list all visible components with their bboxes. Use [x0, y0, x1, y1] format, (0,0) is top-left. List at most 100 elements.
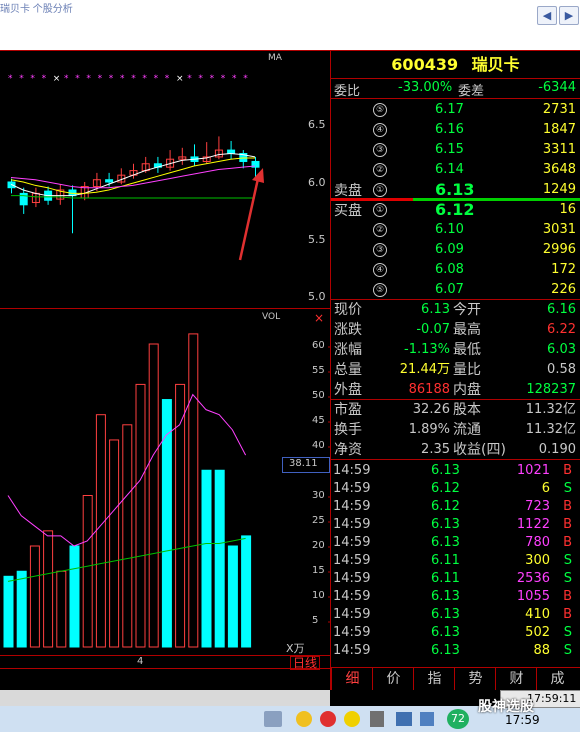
network-icon[interactable]: [396, 712, 412, 726]
tab-3[interactable]: 势: [454, 668, 496, 690]
add-icon[interactable]: [344, 711, 360, 727]
quote-value: -1.13%: [404, 342, 450, 357]
qq-icon[interactable]: [296, 711, 312, 727]
quote-label: 涨跌: [334, 322, 362, 338]
security-badge[interactable]: 72: [447, 709, 469, 729]
volume-bar: [188, 333, 199, 648]
quote-value: 86188: [408, 382, 450, 397]
bid-volume: 226: [551, 282, 576, 297]
volume-bar: [82, 495, 93, 648]
ask-volume: 1249: [542, 182, 576, 197]
volume-bar: [56, 570, 67, 648]
ma-marker: *: [232, 74, 237, 84]
volume-bar: [109, 439, 120, 648]
bid-level: ④: [373, 263, 387, 277]
ma-marker: *: [142, 74, 147, 84]
usb-icon[interactable]: [370, 711, 384, 727]
tick-price: 6.11: [431, 553, 460, 568]
weibi-row: 委比 -33.00% 委差 -6344: [334, 80, 578, 99]
volume-bar: [214, 469, 225, 648]
day-line-tab[interactable]: 日线: [290, 656, 321, 670]
tick-price: 6.11: [431, 571, 460, 586]
vol-tick: 60: [312, 340, 325, 351]
trade-tick-row[interactable]: 14:59 6.12 6 S: [331, 480, 580, 498]
volume-bar: [135, 383, 146, 648]
trade-tick-row[interactable]: 14:59 6.13 1122 B: [331, 516, 580, 534]
tick-side: S: [563, 481, 572, 496]
ask-volume: 2731: [542, 102, 576, 117]
ma-marker: *: [243, 74, 248, 84]
trade-tick-row[interactable]: 14:59 6.11 300 S: [331, 552, 580, 570]
keyboard-icon[interactable]: [264, 711, 282, 727]
fund-label: 净资: [334, 442, 362, 458]
tick-volume: 88: [533, 643, 550, 658]
bid-row[interactable]: ③ 6.09 2996: [331, 240, 580, 260]
back-button[interactable]: ◀: [537, 6, 557, 25]
qq-icon-2[interactable]: [320, 711, 336, 727]
bid-row[interactable]: ① 6.12 16: [331, 200, 580, 220]
trade-tick-row[interactable]: 14:59 6.13 1021 B: [331, 462, 580, 480]
ma-marker: *: [154, 74, 159, 84]
bid-level: ①: [373, 203, 387, 217]
quote-value: 6.22: [547, 322, 576, 337]
bid-level: ⑤: [373, 283, 387, 297]
stock-chart[interactable]: * * * * × * * * * * * * * * * × * * * * * *: [0, 50, 330, 670]
quote-value: -0.07: [416, 322, 450, 337]
volume-icon[interactable]: [420, 712, 434, 726]
trade-tick-row[interactable]: 14:59 6.11 2536 S: [331, 570, 580, 588]
fund-label: 股本: [453, 402, 481, 418]
ask-row[interactable]: ③ 6.15 3311: [331, 140, 580, 160]
tick-volume: 1021: [516, 463, 550, 478]
trade-tick-row[interactable]: 14:59 6.13 1055 B: [331, 588, 580, 606]
ma-marker: *: [30, 74, 35, 84]
tick-volume: 1055: [516, 589, 550, 604]
fund-value: 32.26: [412, 402, 450, 417]
bid-row[interactable]: ④ 6.08 172: [331, 260, 580, 280]
trade-tick-row[interactable]: 14:59 6.13 88 S: [331, 642, 580, 660]
fund-value: 11.32亿: [525, 422, 576, 437]
bid-price: 6.07: [435, 282, 464, 297]
tick-volume: 723: [525, 499, 550, 514]
trade-tick-row[interactable]: 14:59 6.12 723 B: [331, 498, 580, 516]
trade-tick-row[interactable]: 14:59 6.13 502 S: [331, 624, 580, 642]
tick-price: 6.13: [431, 607, 460, 622]
bid-row[interactable]: ⑤ 6.07 226: [331, 280, 580, 300]
ask-row[interactable]: ④ 6.16 1847: [331, 120, 580, 140]
vol-tick: 20: [312, 540, 325, 551]
tab-4[interactable]: 财: [495, 668, 537, 690]
ask-row[interactable]: ② 6.14 3648: [331, 160, 580, 180]
weicha-value: -6344: [538, 80, 576, 95]
price-tick: 6.0: [308, 176, 326, 189]
tick-price: 6.12: [431, 481, 460, 496]
tick-volume: 410: [525, 607, 550, 622]
ask-row[interactable]: ① 6.13 1249: [331, 180, 580, 200]
bid-price: 6.12: [435, 200, 475, 219]
quote-label: 最低: [453, 342, 481, 358]
vol-tick: 15: [312, 565, 325, 576]
forward-button[interactable]: ▶: [559, 6, 579, 25]
bid-row[interactable]: ② 6.10 3031: [331, 220, 580, 240]
candle-body: [227, 149, 236, 155]
bid-volume: 16: [559, 202, 576, 217]
vol-label: VOL: [262, 312, 281, 322]
tab-0[interactable]: 细: [331, 668, 373, 690]
horizontal-scrollbar[interactable]: [0, 690, 330, 706]
trade-tick-row[interactable]: 14:59 6.13 410 B: [331, 606, 580, 624]
volume-bar: [69, 545, 80, 648]
tick-side: B: [563, 517, 572, 532]
tick-price: 6.13: [431, 535, 460, 550]
sell-pressure-bar: [331, 198, 413, 201]
tab-2[interactable]: 指: [413, 668, 455, 690]
ma-marker: *: [8, 74, 13, 84]
tab-1[interactable]: 价: [372, 668, 414, 690]
fundamental-row: 换手 1.89% 流通 11.32亿: [331, 420, 580, 440]
ask-price: 6.15: [435, 142, 464, 157]
trade-tick-row[interactable]: 14:59 6.13 780 B: [331, 534, 580, 552]
tab-5[interactable]: 成: [536, 668, 578, 690]
bid-price: 6.10: [435, 222, 464, 237]
ask-row[interactable]: ⑤ 6.17 2731: [331, 100, 580, 120]
tick-volume: 6: [541, 481, 550, 496]
bid-price: 6.08: [435, 262, 464, 277]
vol-tick: 5: [312, 615, 319, 626]
close-icon[interactable]: ×: [314, 311, 324, 325]
